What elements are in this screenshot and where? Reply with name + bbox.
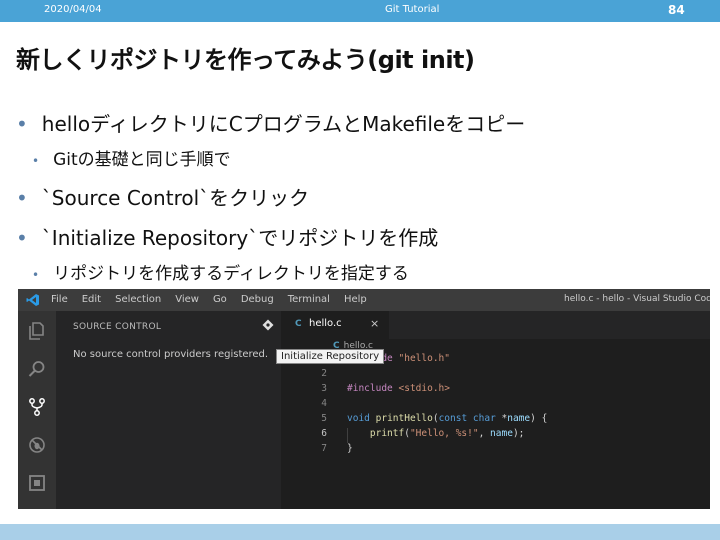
code-line: 3 #include <stdio.h> — [281, 383, 710, 398]
search-icon[interactable] — [27, 359, 47, 379]
line-number: 6 — [321, 428, 327, 439]
window-title: hello.c - hello - Visual Studio Code — [564, 294, 710, 304]
line-number: 7 — [321, 443, 327, 454]
debug-icon[interactable] — [27, 435, 47, 455]
bullet-dot-icon: • — [16, 112, 28, 136]
vscode-logo-icon — [26, 294, 39, 306]
extensions-icon[interactable] — [27, 473, 47, 493]
vscode-window: File Edit Selection View Go Debug Termin… — [18, 289, 710, 509]
code-line: 4 — [281, 398, 710, 413]
bullet-item: • `Initialize Repository`でリポジトリを作成 — [16, 222, 438, 251]
menu-file[interactable]: File — [51, 294, 68, 305]
activity-bar — [18, 311, 56, 509]
tab-hello-c[interactable]: C hello.c × — [281, 311, 389, 339]
line-number: 3 — [321, 383, 327, 394]
explorer-icon[interactable] — [27, 321, 47, 341]
bullet-text: リポジトリを作成するディレクトリを指定する — [53, 264, 409, 284]
editor-tabs: C hello.c × — [281, 311, 710, 339]
slide-header-title: Git Tutorial — [385, 4, 440, 15]
menu-debug[interactable]: Debug — [241, 294, 274, 305]
initialize-repository-icon[interactable] — [262, 319, 274, 331]
sub-bullet-item: • リポジトリを作成するディレクトリを指定する — [32, 259, 409, 284]
slide-header-band: 2020/04/04 Git Tutorial 84 — [0, 0, 720, 22]
menu-terminal[interactable]: Terminal — [288, 294, 330, 305]
source-control-icon[interactable] — [27, 397, 47, 417]
bullet-text: helloディレクトリにCプログラムとMakefileをコピー — [41, 112, 526, 136]
bullet-dot-icon: • — [16, 226, 28, 250]
sidebar-message: No source control providers registered. — [73, 349, 269, 360]
code-line: 2 — [281, 368, 710, 383]
vscode-menubar: File Edit Selection View Go Debug Termin… — [51, 294, 367, 305]
bullet-item: • helloディレクトリにCプログラムとMakefileをコピー — [16, 108, 525, 137]
vscode-titlebar: File Edit Selection View Go Debug Termin… — [18, 289, 710, 311]
bullet-dot-icon: • — [32, 154, 40, 168]
code-text: } — [347, 443, 353, 454]
line-number: 5 — [321, 413, 327, 424]
code-line: 5 void printHello(const char *name) { — [281, 413, 710, 428]
bullet-text: `Source Control`をクリック — [41, 186, 310, 210]
bullet-dot-icon: • — [32, 268, 40, 282]
slide-footer-band — [0, 524, 720, 540]
slide-date: 2020/04/04 — [44, 4, 102, 15]
sub-bullet-item: • Gitの基礎と同じ手順で — [32, 145, 231, 170]
bullet-item: • `Source Control`をクリック — [16, 182, 309, 211]
close-icon[interactable]: × — [370, 317, 379, 330]
c-file-icon: C — [295, 319, 302, 329]
menu-selection[interactable]: Selection — [115, 294, 161, 305]
bullet-dot-icon: • — [16, 186, 28, 210]
slide-title: 新しくリポジトリを作ってみよう(git init) — [16, 46, 475, 74]
code-editor[interactable]: 1 #include "hello.h" 2 3 #include <stdio… — [281, 353, 710, 509]
initialize-repository-tooltip: Initialize Repository — [276, 349, 385, 364]
bullet-text: `Initialize Repository`でリポジトリを作成 — [41, 226, 439, 250]
line-number: 4 — [321, 398, 327, 409]
code-line: 6 printf("Hello, %s!", name); — [281, 428, 710, 443]
code-text: printf("Hello, %s!", name); — [369, 428, 525, 439]
menu-help[interactable]: Help — [344, 294, 367, 305]
tab-label: hello.c — [309, 318, 342, 329]
slide-page-number: 84 — [668, 3, 685, 17]
code-text: #include <stdio.h> — [347, 383, 450, 394]
source-control-sidebar: SOURCE CONTROL No source control provide… — [56, 311, 281, 509]
menu-edit[interactable]: Edit — [82, 294, 101, 305]
line-number: 2 — [321, 368, 327, 379]
code-text: void printHello(const char *name) { — [347, 413, 548, 424]
menu-go[interactable]: Go — [213, 294, 227, 305]
sidebar-title: SOURCE CONTROL — [73, 322, 162, 332]
code-line: 7 } — [281, 443, 710, 458]
menu-view[interactable]: View — [175, 294, 199, 305]
bullet-text: Gitの基礎と同じ手順で — [53, 150, 231, 170]
